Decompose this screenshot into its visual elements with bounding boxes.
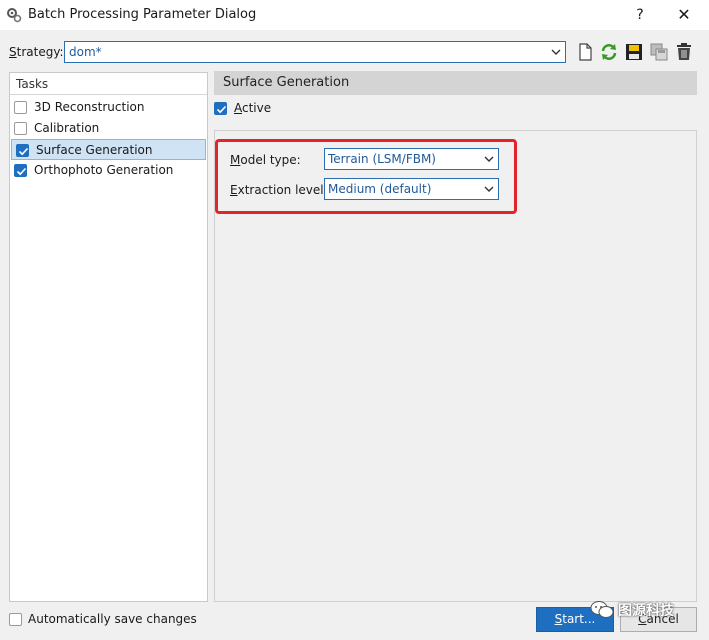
help-button[interactable]: ? bbox=[630, 5, 650, 25]
strategy-combobox[interactable]: dom* bbox=[64, 41, 566, 63]
delete-icon[interactable] bbox=[674, 42, 694, 62]
task-label: Orthophoto Generation bbox=[34, 163, 174, 177]
task-item-3d-reconstruction[interactable]: 3D Reconstruction bbox=[10, 97, 207, 118]
gears-icon bbox=[7, 8, 22, 23]
autosave-label: Automatically save changes bbox=[28, 612, 197, 626]
task-label: Calibration bbox=[34, 121, 100, 135]
checkmark-icon bbox=[216, 105, 227, 114]
task-label: Surface Generation bbox=[36, 143, 153, 157]
reload-icon[interactable] bbox=[599, 42, 619, 62]
task-checkbox[interactable] bbox=[14, 122, 27, 135]
task-item-calibration[interactable]: Calibration bbox=[10, 118, 207, 139]
tasks-panel: Tasks 3D Reconstruction Calibration Surf… bbox=[9, 72, 208, 602]
chat-bubble-icon bbox=[590, 601, 614, 618]
task-checkbox[interactable] bbox=[16, 144, 29, 157]
tasks-header: Tasks bbox=[10, 73, 207, 95]
section-title: Surface Generation bbox=[214, 71, 697, 95]
task-label: 3D Reconstruction bbox=[34, 100, 145, 114]
chevron-down-icon bbox=[551, 49, 561, 55]
active-checkbox[interactable] bbox=[214, 102, 227, 115]
window-title: Batch Processing Parameter Dialog bbox=[28, 7, 257, 22]
highlight-annotation-box bbox=[215, 139, 517, 214]
strategy-label: Strategy: bbox=[9, 45, 64, 59]
watermark-text: 图源科技 bbox=[618, 603, 674, 619]
task-checkbox[interactable] bbox=[14, 164, 27, 177]
task-item-surface-generation[interactable]: Surface Generation bbox=[11, 139, 206, 160]
checkmark-icon bbox=[18, 147, 29, 156]
close-button[interactable]: ✕ bbox=[674, 5, 694, 25]
autosave-checkbox[interactable] bbox=[9, 613, 22, 626]
strategy-value: dom* bbox=[69, 45, 102, 59]
active-label: Active bbox=[234, 101, 272, 115]
task-item-orthophoto-generation[interactable]: Orthophoto Generation bbox=[10, 160, 207, 181]
checkmark-icon bbox=[16, 167, 27, 176]
task-checkbox[interactable] bbox=[14, 101, 27, 114]
title-bar: Batch Processing Parameter Dialog ? ✕ bbox=[0, 0, 709, 30]
save-icon[interactable] bbox=[624, 42, 644, 62]
save-as-icon[interactable] bbox=[649, 42, 669, 62]
new-document-icon[interactable] bbox=[575, 42, 595, 62]
